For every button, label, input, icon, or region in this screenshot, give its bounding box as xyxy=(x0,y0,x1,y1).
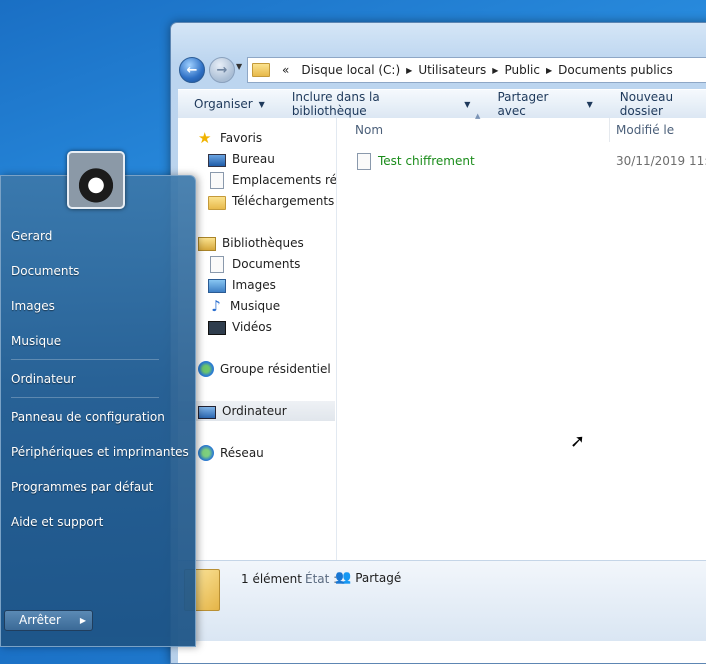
library-icon xyxy=(198,237,216,251)
shared-users-icon: 👥 xyxy=(335,570,352,585)
nav-item-computer[interactable]: Ordinateur xyxy=(178,401,335,421)
back-button[interactable]: ← xyxy=(179,57,205,83)
film-icon xyxy=(208,321,226,335)
nav-item-label: Musique xyxy=(230,299,281,313)
start-item-devices-printers[interactable]: Périphériques et imprimantes xyxy=(11,445,189,459)
chevron-down-icon: ▼ xyxy=(258,99,265,109)
nav-item-label: Emplacements récents xyxy=(232,173,337,187)
nav-item-homegroup[interactable]: Groupe résidentiel xyxy=(198,359,331,379)
picture-icon xyxy=(208,279,226,293)
share-with-button[interactable]: Partager avec ▼ xyxy=(481,90,603,118)
column-header-modified[interactable]: Modifié le xyxy=(616,118,674,142)
breadcrumb-local-disk[interactable]: Disque local (C:) xyxy=(295,63,406,77)
start-item-computer[interactable]: Ordinateur xyxy=(11,372,76,386)
new-folder-label: Nouveau dossier xyxy=(619,90,674,118)
start-item-documents[interactable]: Documents xyxy=(11,264,79,278)
recent-places-icon xyxy=(210,171,224,189)
nav-item-label: Favoris xyxy=(220,131,263,145)
nav-item-music[interactable]: ♪ Musique xyxy=(208,296,280,316)
column-divider[interactable] xyxy=(609,118,610,142)
nav-item-desktop[interactable]: Bureau xyxy=(208,149,275,169)
nav-item-label: Bureau xyxy=(232,152,275,166)
new-folder-button[interactable]: Nouveau dossier xyxy=(604,90,706,118)
folder-icon xyxy=(252,63,270,77)
state-label: État : xyxy=(305,572,338,586)
nav-item-label: Groupe résidentiel xyxy=(220,362,331,376)
state-value: 👥 Partagé xyxy=(335,570,401,585)
command-toolbar: Organiser ▼ Inclure dans la bibliothèque… xyxy=(178,89,706,119)
address-bar[interactable]: « Disque local (C:) ▶ Utilisateurs ▶ Pub… xyxy=(247,57,706,83)
organize-button[interactable]: Organiser ▼ xyxy=(178,97,276,111)
nav-item-documents[interactable]: Documents xyxy=(208,254,300,274)
share-with-label: Partager avec xyxy=(497,90,549,118)
nav-item-label: Réseau xyxy=(220,446,264,460)
column-header-name[interactable]: Nom xyxy=(355,118,383,142)
state-value-text: Partagé xyxy=(355,570,402,585)
item-count: 1 élément xyxy=(241,572,302,586)
sort-ascending-icon: ▲ xyxy=(475,112,481,120)
nav-item-label: Ordinateur xyxy=(222,404,287,418)
nav-item-label: Vidéos xyxy=(232,320,272,334)
navigation-pane: ★ Favoris Bureau Emplacements récents Té… xyxy=(178,118,337,560)
navigation-bar: ← → ▼ « Disque local (C:) ▶ Utilisateurs… xyxy=(179,54,706,84)
nav-item-recent-places[interactable]: Emplacements récents xyxy=(208,170,337,190)
nav-item-network[interactable]: Réseau xyxy=(198,443,264,463)
breadcrumb-public[interactable]: Public xyxy=(498,63,546,77)
menu-divider xyxy=(11,397,159,398)
nav-item-downloads[interactable]: Téléchargements xyxy=(208,191,334,211)
forward-button[interactable]: → xyxy=(209,57,235,83)
details-pane: 1 élément État : 👥 Partagé xyxy=(178,560,706,641)
nav-item-images[interactable]: Images xyxy=(208,275,276,295)
nav-item-videos[interactable]: Vidéos xyxy=(208,317,272,337)
file-modified-date: 30/11/2019 11:30 xyxy=(616,154,706,168)
shutdown-options-arrow-icon[interactable]: ▶ xyxy=(74,610,93,631)
menu-divider xyxy=(11,359,159,360)
file-name[interactable]: Test chiffrement xyxy=(378,154,475,168)
network-icon xyxy=(198,445,214,461)
document-icon xyxy=(210,255,224,273)
start-item-default-programs[interactable]: Programmes par défaut xyxy=(11,480,153,494)
include-library-button[interactable]: Inclure dans la bibliothèque ▼ xyxy=(276,90,482,118)
chevron-down-icon: ▼ xyxy=(464,99,471,109)
shutdown-button[interactable]: Arrêter xyxy=(4,610,76,631)
star-icon: ★ xyxy=(198,129,212,147)
organize-label: Organiser xyxy=(194,97,253,111)
music-note-icon: ♪ xyxy=(211,297,221,315)
downloads-folder-icon xyxy=(208,195,226,210)
user-avatar[interactable] xyxy=(67,151,125,209)
nav-item-label: Téléchargements xyxy=(232,194,335,208)
file-row[interactable]: Test chiffrement 30/11/2019 11:30 xyxy=(355,152,706,170)
nav-item-label: Bibliothèques xyxy=(222,236,304,250)
nav-item-label: Documents xyxy=(232,257,301,271)
start-item-images[interactable]: Images xyxy=(11,299,55,313)
text-file-icon xyxy=(357,152,371,170)
explorer-body: ★ Favoris Bureau Emplacements récents Té… xyxy=(178,112,706,663)
explorer-window: ← → ▼ « Disque local (C:) ▶ Utilisateurs… xyxy=(170,22,706,664)
desktop-icon xyxy=(208,153,226,167)
include-library-label: Inclure dans la bibliothèque xyxy=(291,90,380,118)
breadcrumb-public-documents[interactable]: Documents publics xyxy=(552,63,679,77)
nav-item-favorites[interactable]: ★ Favoris xyxy=(198,128,262,148)
nav-item-label: Images xyxy=(232,278,276,292)
file-list-pane: Nom ▲ Modifié le Test chiffrement 30/11/… xyxy=(337,112,706,560)
homegroup-icon xyxy=(198,361,214,377)
start-item-user-folder[interactable]: Gerard xyxy=(11,229,52,243)
start-item-music[interactable]: Musique xyxy=(11,334,61,348)
start-item-help-support[interactable]: Aide et support xyxy=(11,515,103,529)
computer-icon xyxy=(198,405,216,419)
nav-item-libraries[interactable]: Bibliothèques xyxy=(198,233,304,253)
breadcrumb-overflow[interactable]: « xyxy=(276,63,295,77)
breadcrumb-users[interactable]: Utilisateurs xyxy=(412,63,492,77)
chevron-down-icon: ▼ xyxy=(586,99,593,109)
recent-pages-dropdown[interactable]: ▼ xyxy=(236,62,242,71)
mouse-pointer-icon: ➚ xyxy=(570,431,586,452)
start-item-control-panel[interactable]: Panneau de configuration xyxy=(11,410,165,424)
